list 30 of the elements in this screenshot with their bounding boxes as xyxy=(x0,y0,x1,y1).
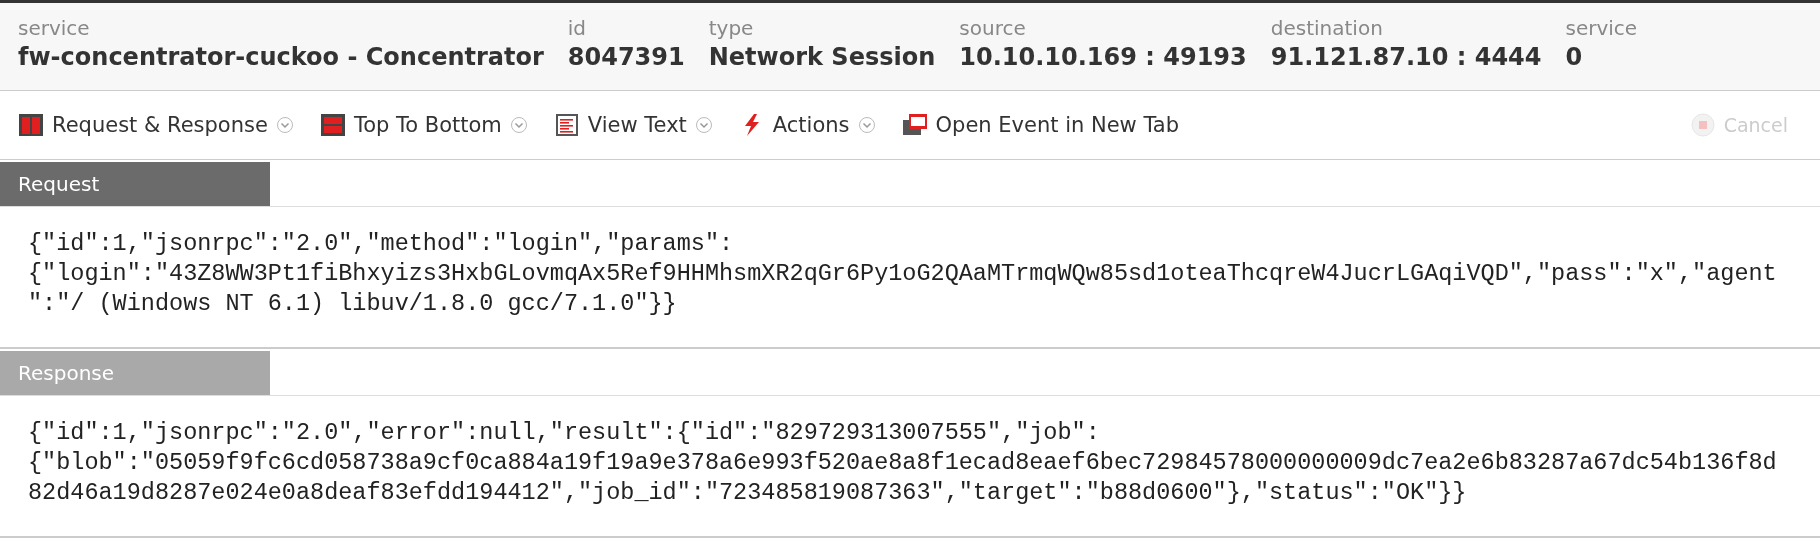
toolbar-button[interactable]: Request & Response xyxy=(18,113,294,137)
toolbar-button[interactable]: View Text xyxy=(553,113,713,137)
columns-icon xyxy=(18,113,44,137)
field-value: 91.121.87.10 : 4444 xyxy=(1270,42,1542,73)
section-title: Request xyxy=(0,162,270,206)
toolbar-button[interactable]: Actions xyxy=(738,113,876,137)
field-label: type xyxy=(708,15,755,41)
code-line: {"id":1,"jsonrpc":"2.0","method":"login","params": xyxy=(28,229,734,259)
field-label: service xyxy=(18,15,91,41)
code-line: ":"/ (Windows NT 6.1) libuv/1.8.0 gcc/7.1.0"}} xyxy=(28,289,677,319)
toolbar-button[interactable]: Open Event in New Tab xyxy=(901,113,1179,137)
text-document-icon xyxy=(553,113,580,137)
field-value: 0 xyxy=(1565,42,1584,73)
section-title: Response xyxy=(0,351,270,395)
windows-icon xyxy=(901,113,928,137)
field-value: 10.10.10.169 : 49193 xyxy=(959,42,1247,73)
code-line: 82d46a19d8287e024e0a8deaf83efdd194412","job_id":"723485819087363","target":"b88d0600"},"status":"OK"}} xyxy=(28,478,1467,508)
code-line: {"id":1,"jsonrpc":"2.0","error":null,"result":{"id":"829729313007555","job": xyxy=(28,418,1100,448)
field-value: 8047391 xyxy=(567,42,685,73)
field-label: id xyxy=(567,15,588,41)
stop-icon xyxy=(1689,113,1716,137)
field-label: source xyxy=(959,15,1027,41)
rows-icon xyxy=(319,113,346,137)
field-label: destination xyxy=(1270,15,1384,41)
code-line: {"blob":"05059f9fc6cd058738a9cf0ca884a19f19a9e378a6e993f520ae8a8f1ecad8eaef6bec72984578000000009dc7ea2e6b83287a67dc54b136f8d xyxy=(28,448,1777,478)
toolbar-button[interactable]: Top To Bottom xyxy=(319,113,528,137)
field-label: service xyxy=(1565,15,1638,41)
field-value: fw-concentrator-cuckoo - Concentrator xyxy=(18,42,544,73)
field-value: Network Session xyxy=(708,42,936,73)
code-line: {"login":"43Z8WW3Pt1fiBhxyizs3HxbGLovmqAx5Ref9HHMhsmXR2qGr6Py1oG2QAaMTrmqWQw85sd1oteaThcqreW4JucrLGAqiVQD","pass":"x","agent xyxy=(28,259,1777,289)
